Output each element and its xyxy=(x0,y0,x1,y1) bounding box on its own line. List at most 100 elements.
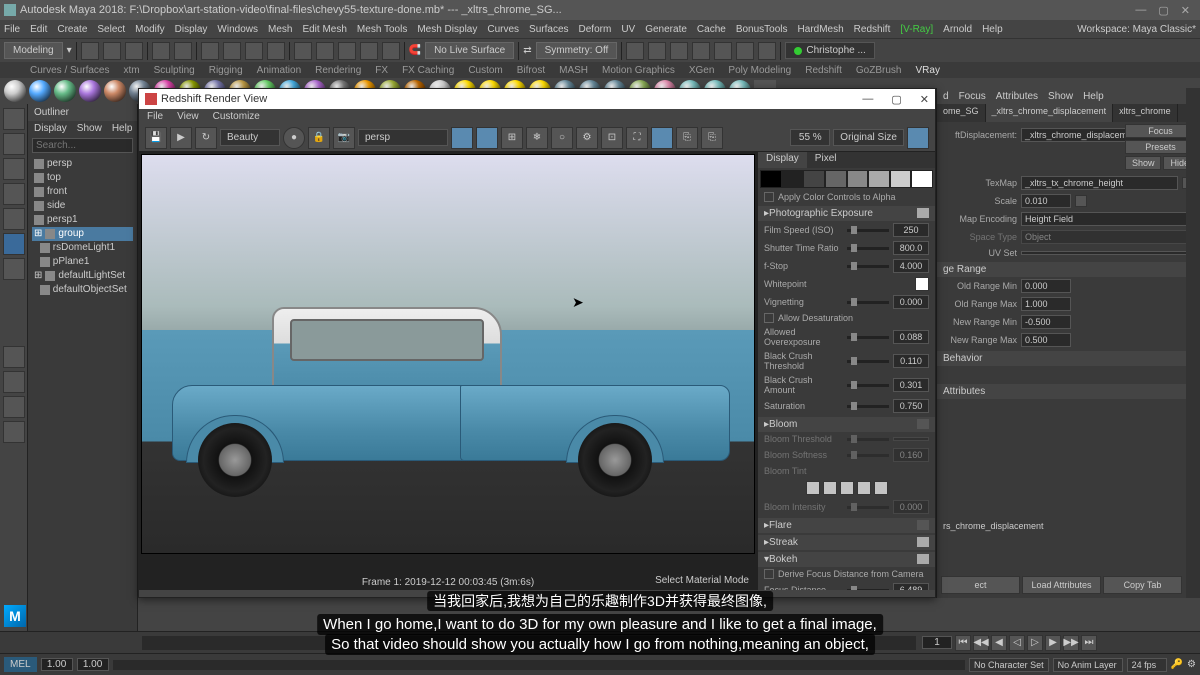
range-field[interactable]: 1.000 xyxy=(1021,297,1071,311)
section-range[interactable]: ge Range xyxy=(937,262,1200,277)
maximize-icon[interactable]: ▢ xyxy=(891,93,901,106)
move-tool-icon[interactable] xyxy=(3,158,25,180)
range-slider-track[interactable] xyxy=(113,660,965,670)
material-icon[interactable] xyxy=(4,80,26,102)
outliner-item[interactable]: top xyxy=(32,171,133,185)
copy-icon[interactable]: ⎘ xyxy=(701,127,723,149)
prefs-icon[interactable]: ⚙ xyxy=(1187,659,1196,670)
layout-tool-icon[interactable] xyxy=(3,396,25,418)
uvset-field[interactable] xyxy=(1021,251,1194,255)
menu-mesh[interactable]: Mesh xyxy=(268,24,292,35)
go-end-icon[interactable]: ⏭ xyxy=(1081,635,1097,651)
load-attrs-button[interactable]: Load Attributes xyxy=(1022,576,1101,594)
select-vertex-icon[interactable] xyxy=(201,42,219,60)
shelf-tab[interactable]: Sculpting xyxy=(154,65,195,76)
shelf-icon[interactable] xyxy=(736,42,754,60)
check-icon[interactable] xyxy=(917,419,929,429)
step-fwd-icon[interactable]: ▶▶ xyxy=(1063,635,1079,651)
menu-meshtools[interactable]: Mesh Tools xyxy=(357,24,407,35)
shelf-tab[interactable]: Poly Modeling xyxy=(728,65,791,76)
select-tool-icon[interactable] xyxy=(3,108,25,130)
mel-label[interactable]: MEL xyxy=(4,657,37,672)
slider[interactable] xyxy=(847,405,889,408)
outliner-item[interactable]: rsDomeLight1 xyxy=(32,241,133,255)
next-key-icon[interactable]: ▶ xyxy=(1045,635,1061,651)
symmetry-combo[interactable]: Symmetry: Off xyxy=(536,42,618,59)
snap-point-icon[interactable] xyxy=(338,42,356,60)
menu-curves[interactable]: Curves xyxy=(487,24,519,35)
menu-redshift[interactable]: Redshift xyxy=(854,24,891,35)
menu-deform[interactable]: Deform xyxy=(579,24,612,35)
outliner-menu-show[interactable]: Show xyxy=(77,123,102,134)
range-start-field[interactable]: 1.00 xyxy=(41,658,73,671)
shelf-tab[interactable]: Bifrost xyxy=(517,65,545,76)
buffer-swatches[interactable] xyxy=(760,170,933,188)
outliner-item[interactable]: persp xyxy=(32,157,133,171)
checkbox[interactable] xyxy=(764,313,774,323)
menu-cache[interactable]: Cache xyxy=(697,24,726,35)
play-back-icon[interactable]: ◁ xyxy=(1009,635,1025,651)
outliner-item[interactable]: pPlane1 xyxy=(32,255,133,269)
texmap-field[interactable]: _xltrs_tx_chrome_height xyxy=(1021,176,1178,190)
outliner-item[interactable]: side xyxy=(32,199,133,213)
render-menu-customize[interactable]: Customize xyxy=(213,111,260,122)
shelf-tab[interactable]: Custom xyxy=(468,65,502,76)
select-face-icon[interactable] xyxy=(245,42,263,60)
map-button-icon[interactable] xyxy=(1075,195,1087,207)
slider[interactable] xyxy=(847,360,889,363)
outliner-menu-display[interactable]: Display xyxy=(34,123,67,134)
menu-file[interactable]: File xyxy=(4,24,20,35)
encoding-combo[interactable]: Height Field xyxy=(1021,212,1194,226)
shelf-tab[interactable]: VRay xyxy=(915,65,939,76)
toggle-icon[interactable]: ⇄ xyxy=(523,45,531,56)
snap-grid-icon[interactable] xyxy=(294,42,312,60)
shelf-tab[interactable]: MASH xyxy=(559,65,588,76)
camera-icon[interactable]: 📷 xyxy=(333,127,355,149)
copy-icon[interactable]: ⎘ xyxy=(676,127,698,149)
open-scene-icon[interactable] xyxy=(103,42,121,60)
menu-modify[interactable]: Modify xyxy=(135,24,164,35)
menu-windows[interactable]: Windows xyxy=(217,24,258,35)
frame-field[interactable]: 1 xyxy=(922,636,952,649)
outliner-item[interactable]: persp1 xyxy=(32,213,133,227)
menu-create[interactable]: Create xyxy=(57,24,87,35)
minimize-icon[interactable]: — xyxy=(862,93,873,106)
attr-menu[interactable]: Focus xyxy=(959,91,986,102)
menu-arnold[interactable]: Arnold xyxy=(943,24,972,35)
new-scene-icon[interactable] xyxy=(81,42,99,60)
menu-vray[interactable]: [V-Ray] xyxy=(900,24,933,35)
render-refresh-icon[interactable]: ↻ xyxy=(195,127,217,149)
range-field[interactable]: -0.500 xyxy=(1021,315,1071,329)
range-field[interactable]: 0.000 xyxy=(1021,279,1071,293)
section-behavior[interactable]: Behavior xyxy=(937,351,1200,366)
menu-hardmesh[interactable]: HardMesh xyxy=(798,24,844,35)
check-icon[interactable] xyxy=(917,554,929,564)
shelf-tab[interactable]: Animation xyxy=(257,65,301,76)
live-surface-combo[interactable]: No Live Surface xyxy=(425,42,514,59)
camera-combo[interactable]: persp xyxy=(358,129,448,146)
step-back-icon[interactable]: ◀◀ xyxy=(973,635,989,651)
render-viewport[interactable]: Frame 1: 2019-12-12 00:03:45 (3m:6s) Sel… xyxy=(139,152,757,590)
color-swatch[interactable] xyxy=(915,277,929,291)
value-field[interactable] xyxy=(893,437,929,441)
shelf-tab[interactable]: Motion Graphics xyxy=(602,65,675,76)
pick-icon[interactable]: ⊡ xyxy=(601,127,623,149)
section-attributes[interactable]: Attributes xyxy=(937,384,1200,399)
select-object-icon[interactable] xyxy=(267,42,285,60)
shelf-icon[interactable] xyxy=(626,42,644,60)
slider[interactable] xyxy=(847,589,889,591)
value-field[interactable]: 0.750 xyxy=(893,399,929,413)
region-icon[interactable] xyxy=(476,127,498,149)
value-field[interactable]: 0.000 xyxy=(893,500,929,514)
range-s2-field[interactable]: 1.00 xyxy=(77,658,109,671)
attr-tab[interactable]: xltrs_chrome xyxy=(1113,104,1178,122)
expand-icon[interactable]: ⛶ xyxy=(626,127,648,149)
material-icon[interactable] xyxy=(29,80,51,102)
section-streak[interactable]: ▸ Streak xyxy=(758,535,935,550)
menu-editmesh[interactable]: Edit Mesh xyxy=(302,24,346,35)
space-combo[interactable]: Object xyxy=(1021,230,1194,244)
outliner-menu-help[interactable]: Help xyxy=(112,123,133,134)
menu-meshdisplay[interactable]: Mesh Display xyxy=(417,24,477,35)
fps-combo[interactable]: 24 fps xyxy=(1127,658,1167,672)
maximize-icon[interactable]: ▢ xyxy=(1158,4,1168,17)
